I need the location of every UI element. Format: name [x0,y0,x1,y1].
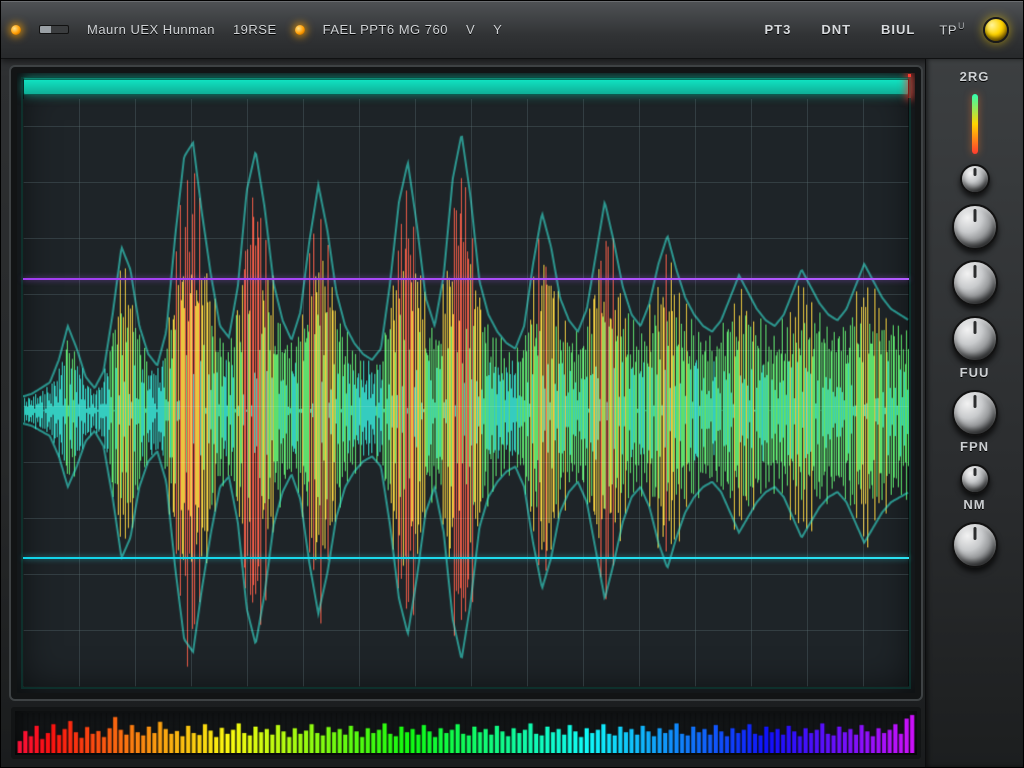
screen-column [1,59,925,767]
side-panel: 2RG FUU FPN NM [925,59,1023,767]
marker-hi[interactable] [23,278,909,280]
main-row: 2RG FUU FPN NM [1,59,1023,767]
spectrum-canvas [17,713,915,753]
label-tpu: TPU [939,21,965,37]
knob-fpn[interactable]: FPN [952,390,998,454]
btn-pt3[interactable]: PT3 [758,18,797,41]
btn-biul[interactable]: BIUL [875,18,921,41]
label-rate: FAEL PPT6 MG 760 [323,22,448,37]
marker-lo[interactable] [23,557,909,559]
knob-nm-label: NM [963,497,985,512]
knob-fpn-label: FPN [960,439,989,454]
playhead-progress[interactable] [23,77,909,95]
label-mode: Maurn UEX Hunman [87,22,215,37]
knob-freq[interactable] [952,204,998,250]
btn-dnt[interactable]: DNT [815,18,857,41]
knob-gain-dial[interactable] [960,164,990,194]
knob-freq-dial[interactable] [952,204,998,250]
label-sec: 19RSE [233,22,277,37]
label-y: Y [493,22,502,37]
knob-nm[interactable]: NM [960,464,990,512]
audio-analyzer-device: Maurn UEX Hunman 19RSE FAEL PPT6 MG 760 V Y P… [0,0,1024,768]
spectrum-strip[interactable] [11,707,921,759]
toolbar: Maurn UEX Hunman 19RSE FAEL PPT6 MG 760 V Y P… [1,1,1023,59]
knob-fuu-label: FUU [960,365,990,380]
level-mini-meter [39,25,69,34]
rec-led [295,25,305,35]
knob-master[interactable] [983,17,1009,43]
knob-fuu-dial[interactable] [952,316,998,362]
label-v: V [466,22,475,37]
power-led [11,25,21,35]
knob-aux[interactable] [952,522,998,568]
waveform-screen[interactable] [11,67,921,699]
knob-nm-dial[interactable] [960,464,990,494]
knob-aux-dial[interactable] [952,522,998,568]
knob-fuu[interactable]: FUU [952,316,998,380]
waveform-canvas [23,99,909,687]
channel-label: 2RG [960,69,990,84]
clip-led-strip [972,94,978,154]
knob-fpn-dial[interactable] [952,390,998,436]
knob-q-dial[interactable] [952,260,998,306]
knob-q[interactable] [952,260,998,306]
knob-gain[interactable] [960,164,990,194]
